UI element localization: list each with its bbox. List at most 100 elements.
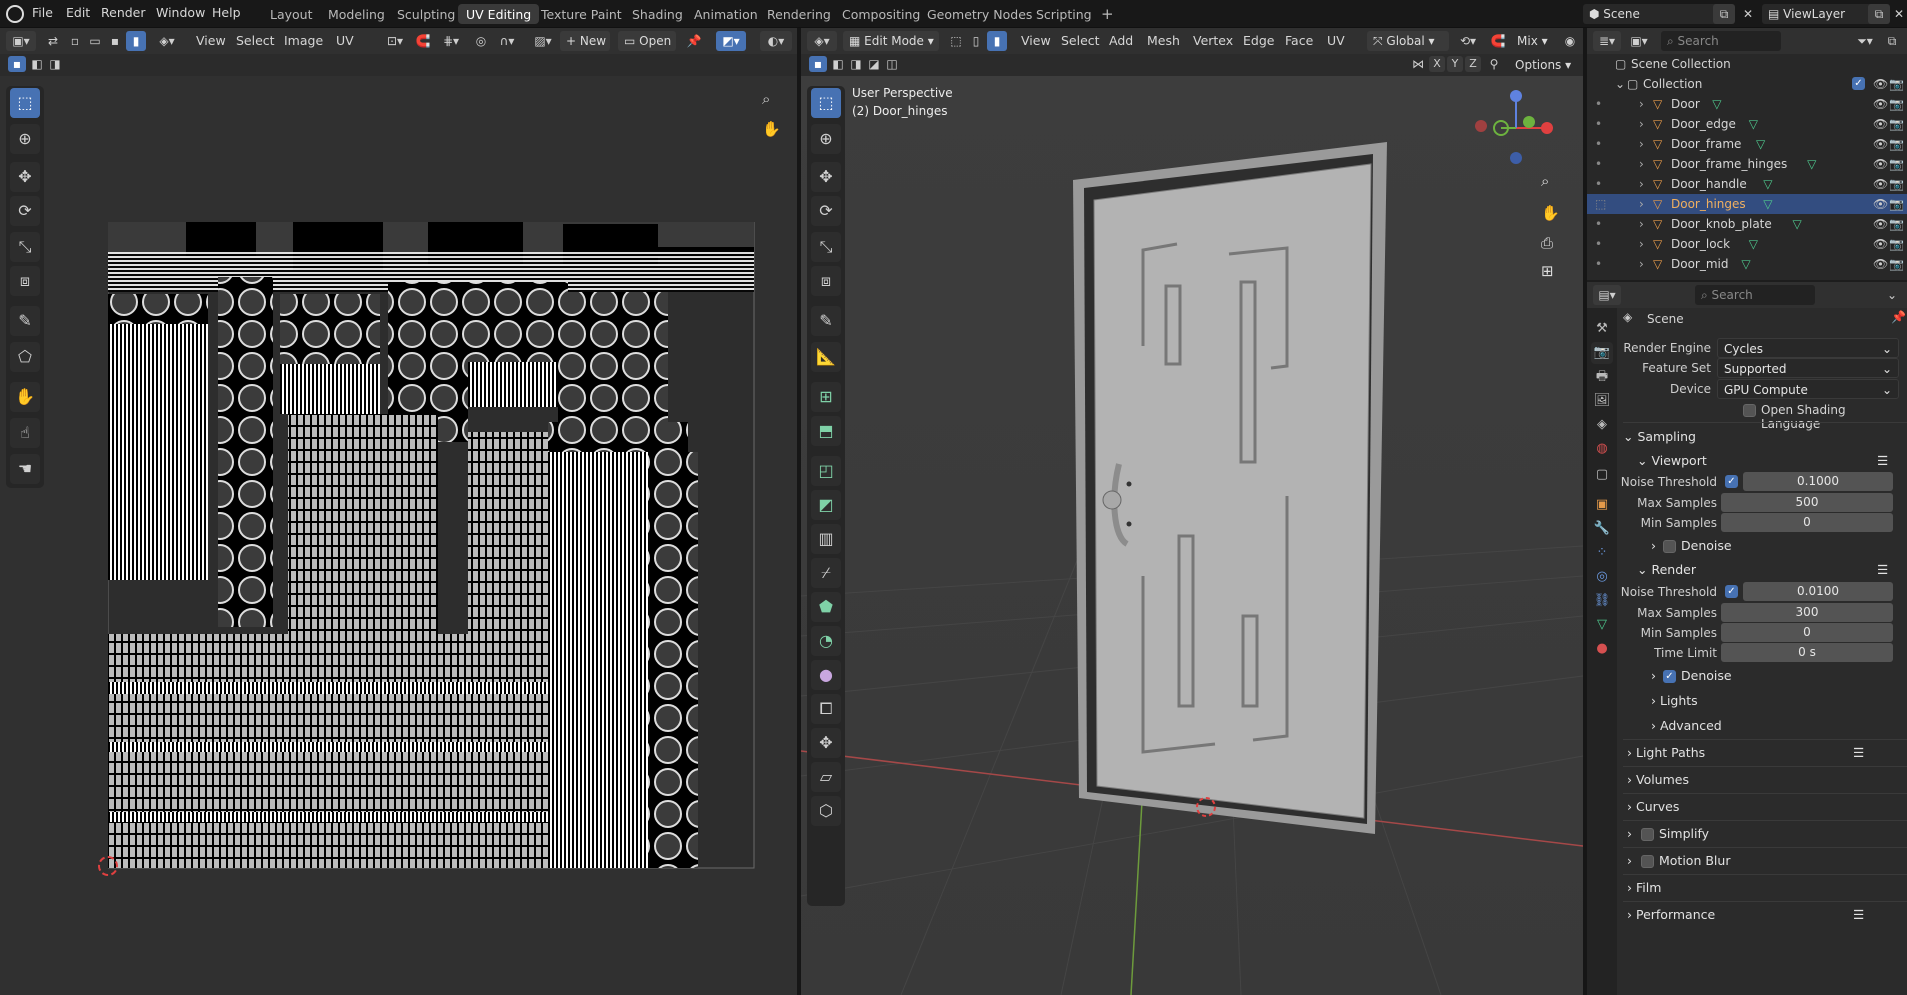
r-denoise-subpanel[interactable]: › ✓ Denoise [1651,664,1907,688]
expand-arrow-icon[interactable]: › [1639,154,1644,174]
falloff-icon[interactable]: ∩▾ [492,31,522,51]
render-visibility-icon[interactable]: 📷 [1889,134,1904,154]
vp-select-invert-icon[interactable]: ◪ [865,56,883,72]
select-mode-extend-icon[interactable]: ◧ [28,56,46,72]
menu-help[interactable]: Help [212,5,241,20]
tool-tab-icon[interactable]: ⚒ [1591,318,1613,340]
viewport-pan-icon[interactable]: ✋ [1541,204,1560,222]
scene-tab-icon[interactable]: ◈ [1591,414,1613,436]
poly-build-icon[interactable]: ⬟ [811,592,841,622]
scene-selector[interactable]: ⬢ Scene [1583,4,1723,24]
outliner-item[interactable]: • › ▽ Door_knob_plate ▽ 👁 📷 [1587,214,1907,234]
tab-shading[interactable]: Shading [624,4,691,24]
vertex-mode-icon[interactable]: ⬚ [945,31,967,51]
device-dropdown[interactable]: GPU Compute ⌄ [1717,379,1899,399]
vp-max-samples-field[interactable]: 500 [1721,493,1893,512]
visibility-icon[interactable]: 👁 [1873,234,1888,254]
uv-scale-icon[interactable]: ⤡ [10,232,40,262]
render-visibility-icon[interactable]: 📷 [1889,114,1904,134]
edge-mode-icon[interactable]: ▯ [965,31,987,51]
tab-rendering[interactable]: Rendering [759,4,839,24]
list-icon[interactable]: ☰ [1853,741,1864,765]
viewport-zoom-icon[interactable]: ⌕ [1541,172,1549,190]
display-mode-icon[interactable]: ▣▾ [1625,31,1653,51]
vp-menu-edge[interactable]: Edge [1243,33,1274,48]
scale-icon[interactable]: ⤡ [811,232,841,262]
viewport-editor-type-icon[interactable]: ◈▾ [807,31,837,51]
tab-layout[interactable]: Layout [262,4,321,24]
expand-arrow-icon[interactable]: › [1639,114,1644,134]
auto-merge-icon[interactable]: ⚲ [1485,55,1503,73]
uv-annotate-icon[interactable]: ✎ [10,306,40,336]
tab-geometry-nodes[interactable]: Geometry Nodes [919,4,1040,24]
smooth-icon[interactable]: ● [811,660,841,690]
object-tab-icon[interactable]: ▣ [1591,494,1613,516]
render-visibility-icon[interactable]: 📷 [1889,214,1904,234]
snap-mix-selector[interactable]: Mix ▾ [1511,31,1561,51]
open-image-button[interactable]: ▭ Open [618,31,676,51]
mirror-z-toggle[interactable]: Z [1465,56,1481,72]
uv-menu-select[interactable]: Select [236,33,275,48]
uv-2d-cursor-icon[interactable] [98,856,118,876]
expand-arrow-icon[interactable]: › [1639,134,1644,154]
expand-arrow-icon[interactable]: › [1639,214,1644,234]
island-select-icon[interactable]: ▮ [126,31,146,51]
world-tab-icon[interactable]: ◍ [1591,438,1613,460]
vp-noise-threshold-field[interactable]: 0.1000 [1743,472,1893,491]
filter-icon[interactable]: ⏷▾ [1851,31,1879,51]
transform-icon[interactable]: ⧈ [811,266,841,296]
motion-blur-checkbox[interactable] [1641,855,1654,868]
uv-overlay-icon[interactable]: ◩▾ [716,31,746,51]
shear-icon[interactable]: ▱ [811,762,841,792]
outliner-item[interactable]: ⬚ › ▽ Door_hinges ▽ 👁 📷 [1587,194,1907,214]
uv-move-icon[interactable]: ✥ [10,162,40,192]
visibility-icon[interactable]: 👁 [1873,114,1888,134]
r-noise-threshold-field[interactable]: 0.0100 [1743,582,1893,601]
visibility-icon[interactable]: 👁 [1873,174,1888,194]
motion-blur-panel[interactable]: › Motion Blur [1627,849,1907,873]
vp-select-intersect-icon[interactable]: ◫ [883,56,901,72]
select-box-icon[interactable]: ⬚ [811,88,841,118]
visibility-icon[interactable]: 👁 [1873,94,1888,114]
expand-arrow-icon[interactable]: › [1639,174,1644,194]
image-browse-icon[interactable]: ▨▾ [528,31,558,51]
bevel-icon[interactable]: ◩ [811,490,841,520]
simplify-checkbox[interactable] [1641,828,1654,841]
expand-arrow-icon[interactable]: › [1639,194,1644,214]
curves-panel[interactable]: › Curves [1627,795,1907,819]
uv-display-icon[interactable]: ◐▾ [760,31,792,51]
move-icon[interactable]: ✥ [811,162,841,192]
render-visibility-icon[interactable]: 📷 [1889,94,1904,114]
cursor-icon[interactable]: ⊕ [811,124,841,154]
sticky-mode-icon[interactable]: ◈▾ [152,31,182,51]
list-icon[interactable]: ☰ [1877,558,1888,582]
outliner-scene-collection[interactable]: ▢ Scene Collection [1587,54,1907,74]
outliner-editor-type-icon[interactable]: ≣▾ [1593,31,1621,51]
tab-modeling[interactable]: Modeling [320,4,393,24]
new-view-layer-icon[interactable]: ⧉ [1868,4,1890,24]
uv-transform-icon[interactable]: ⧈ [10,266,40,296]
vp-menu-view[interactable]: View [1021,33,1051,48]
edge-select-icon[interactable]: ▭ [84,31,106,51]
vertex-select-icon[interactable]: ▫ [64,31,86,51]
render-tab-icon[interactable]: 📷 [1591,342,1613,364]
inset-faces-icon[interactable]: ◰ [811,456,841,486]
vp-menu-select[interactable]: Select [1061,33,1100,48]
outliner-item[interactable]: • › ▽ Door ▽ 👁 📷 [1587,94,1907,114]
vp-menu-mesh[interactable]: Mesh [1147,33,1180,48]
edge-slide-icon[interactable]: ⧠ [811,694,841,724]
vp-menu-add[interactable]: Add [1109,33,1133,48]
menu-window[interactable]: Window [156,5,205,20]
view-layer-tab-icon[interactable]: 🖼 [1591,390,1613,412]
uv-pinch-icon[interactable]: ☚ [10,454,40,484]
r-noise-threshold-checkbox[interactable]: ✓ [1725,585,1738,598]
loop-cut-icon[interactable]: ▥ [811,524,841,554]
visibility-icon[interactable]: 👁 [1873,134,1888,154]
performance-panel[interactable]: › Performance ☰ [1627,903,1907,927]
delete-view-layer-icon[interactable]: ✕ [1888,4,1907,24]
expand-arrow-icon[interactable]: › [1639,234,1644,254]
tab-scripting[interactable]: Scripting [1028,4,1100,24]
blender-logo-icon[interactable] [6,5,24,23]
select-mode-set-icon[interactable]: ▪ [8,56,26,72]
expand-arrow-icon[interactable]: › [1639,94,1644,114]
